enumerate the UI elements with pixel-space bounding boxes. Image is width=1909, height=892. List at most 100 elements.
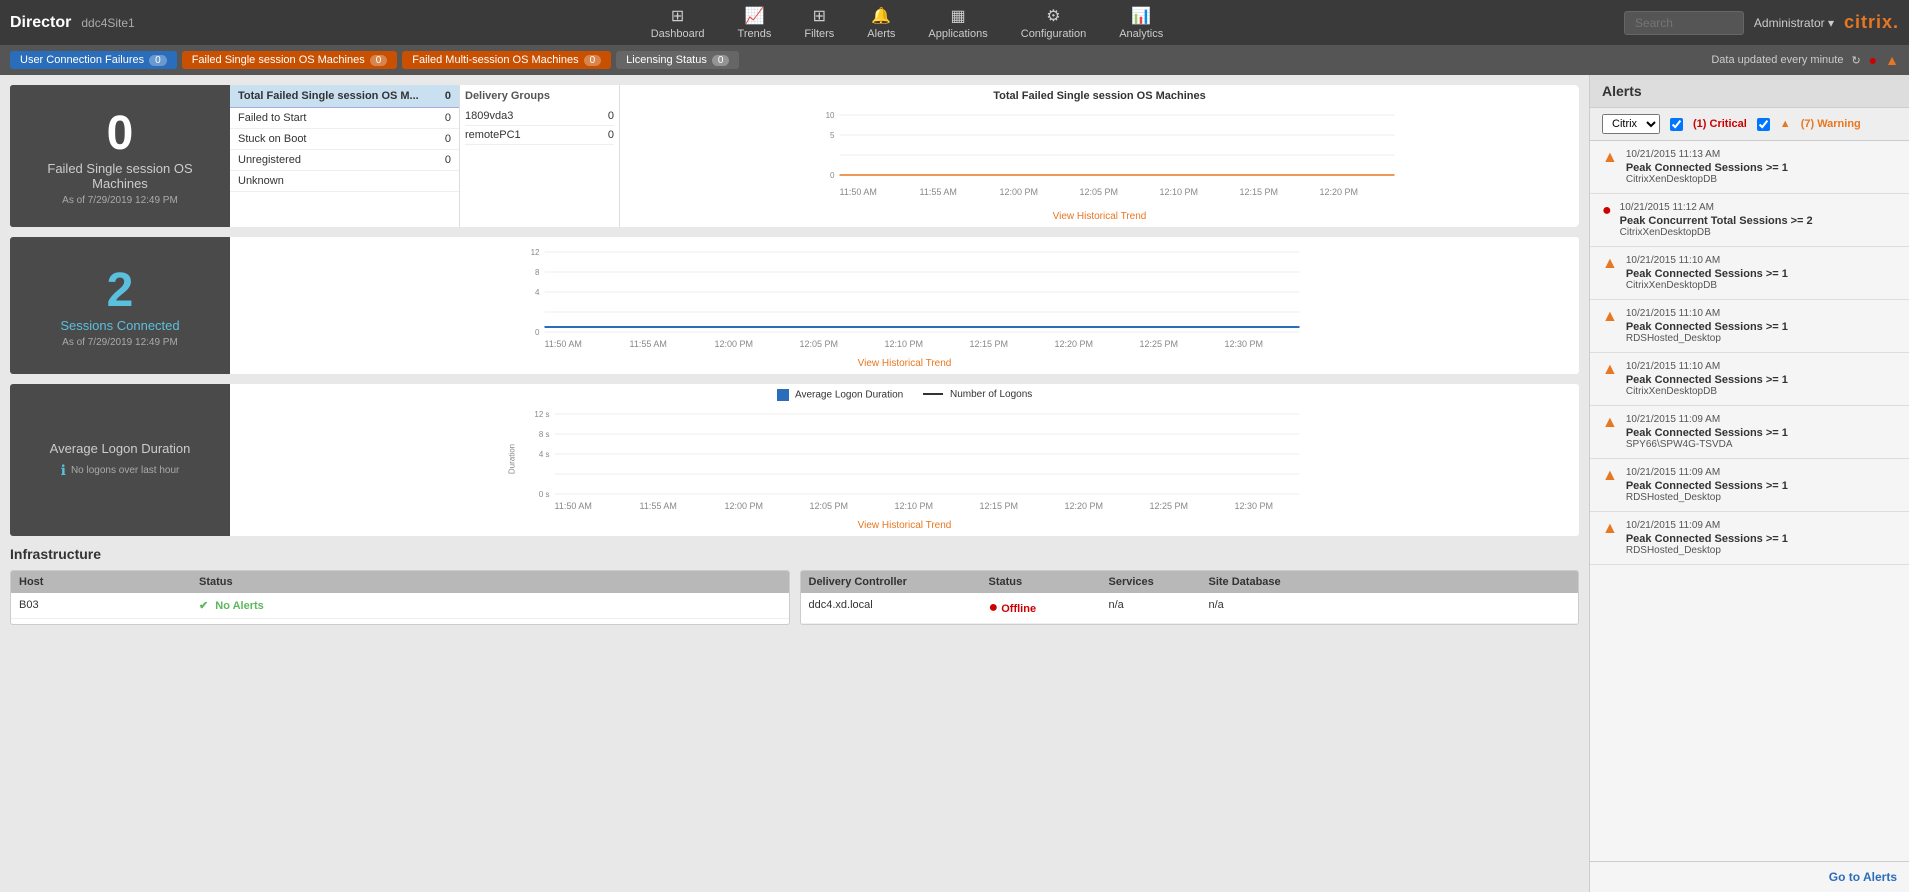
nav-alerts[interactable]: 🔔 Alerts (853, 2, 909, 44)
legend-avg-icon (777, 389, 789, 401)
nav-trends-label: Trends (738, 28, 772, 40)
logon-view-trend-link[interactable]: View Historical Trend (235, 520, 1574, 531)
failed-row-0[interactable]: Failed to Start 0 (230, 108, 459, 129)
dc-sitedb-col-header: Site Database (1209, 576, 1309, 588)
dc-status-col-header: Status (989, 576, 1109, 588)
delivery-groups-area: Delivery Groups 1809vda3 0 remotePC1 0 (460, 85, 620, 227)
nav-applications[interactable]: ▦ Applications (914, 2, 1001, 44)
alerts-filter-select[interactable]: Citrix (1602, 114, 1660, 134)
failed-chart-title: Total Failed Single session OS Machines (625, 90, 1574, 102)
failed-machines-metric: 0 Failed Single session OS Machines As o… (10, 85, 230, 227)
critical-checkbox[interactable] (1670, 118, 1683, 131)
alert-item-2[interactable]: ▲ 10/21/2015 11:10 AM Peak Connected Ses… (1590, 247, 1909, 300)
alert-item-0[interactable]: ▲ 10/21/2015 11:13 AM Peak Connected Ses… (1590, 141, 1909, 194)
sessions-count: 2 (107, 263, 134, 318)
nav-dashboard[interactable]: ⊞ Dashboard (637, 2, 719, 44)
alert-item-7[interactable]: ▲ 10/21/2015 11:09 AM Peak Connected Ses… (1590, 512, 1909, 565)
legend-avg-duration: Average Logon Duration (777, 389, 903, 401)
failed-table-title: Total Failed Single session OS M... (238, 90, 419, 102)
sessions-label: Sessions Connected (60, 318, 179, 333)
nav-items: ⊞ Dashboard 📈 Trends ⊞ Filters 🔔 Alerts … (190, 2, 1624, 44)
legend-num-logons: Number of Logons (923, 389, 1032, 401)
alert-5-content: 10/21/2015 11:09 AM Peak Connected Sessi… (1626, 414, 1897, 450)
alert-6-source: RDSHosted_Desktop (1626, 492, 1897, 503)
svg-text:11:50 AM: 11:50 AM (545, 339, 582, 349)
failed-table-header: Total Failed Single session OS M... 0 (230, 85, 459, 108)
logon-legend: Average Logon Duration Number of Logons (235, 389, 1574, 401)
infrastructure-section: Infrastructure Host Status B03 ✔ No Aler… (10, 546, 1579, 625)
status-bar: User Connection Failures 0 Failed Single… (0, 45, 1909, 75)
nav-right: Administrator ▾ citrix. (1624, 11, 1899, 35)
svg-text:0: 0 (535, 328, 540, 337)
host-table: Host Status B03 ✔ No Alerts (10, 570, 790, 625)
host-col-header: Host (19, 576, 199, 588)
failed-row-0-count: 0 (445, 112, 451, 124)
nav-brand: Director ddc4Site1 (10, 14, 190, 32)
nav-analytics[interactable]: 📊 Analytics (1105, 2, 1177, 44)
alert-item-4[interactable]: ▲ 10/21/2015 11:10 AM Peak Connected Ses… (1590, 353, 1909, 406)
dg-row-0[interactable]: 1809vda3 0 (465, 107, 614, 126)
sessions-chart-svg: 12 8 4 0 11:50 AM 11:55 AM 12:00 PM 12:0… (235, 242, 1574, 352)
svg-text:0 s: 0 s (539, 490, 550, 499)
fms-count: 0 (584, 55, 602, 66)
brand-subtitle: ddc4Site1 (81, 16, 134, 30)
alert-0-source: CitrixXenDesktopDB (1626, 174, 1897, 185)
svg-text:11:50 AM: 11:50 AM (840, 187, 877, 197)
failed-machines-section: 0 Failed Single session OS Machines As o… (10, 85, 1579, 227)
svg-text:12:20 PM: 12:20 PM (1320, 187, 1359, 197)
alerts-header: Alerts (1590, 75, 1909, 108)
alert-1-content: 10/21/2015 11:12 AM Peak Concurrent Tota… (1620, 202, 1897, 238)
nav-configuration-label: Configuration (1021, 28, 1086, 40)
alert-5-source: SPY66\SPW4G-TSVDA (1626, 439, 1897, 450)
licensing-status-badge[interactable]: Licensing Status 0 (616, 51, 739, 69)
svg-text:12:20 PM: 12:20 PM (1055, 339, 1094, 349)
svg-text:12:10 PM: 12:10 PM (895, 501, 934, 511)
svg-text:4: 4 (535, 288, 540, 297)
warning-checkbox[interactable] (1757, 118, 1770, 131)
failed-multi-session-badge[interactable]: Failed Multi-session OS Machines 0 (402, 51, 611, 69)
alert-item-5[interactable]: ▲ 10/21/2015 11:09 AM Peak Connected Ses… (1590, 406, 1909, 459)
svg-text:10: 10 (826, 111, 835, 120)
failed-row-1[interactable]: Stuck on Boot 0 (230, 129, 459, 150)
failed-chart-svg: 10 5 0 11:50 AM 11:55 AM 12:00 PM 12:05 … (625, 105, 1574, 205)
failed-row-2[interactable]: Unregistered 0 (230, 150, 459, 171)
nav-filters-label: Filters (804, 28, 834, 40)
failed-chart-area: Total Failed Single session OS Machines … (620, 85, 1579, 227)
svg-text:11:55 AM: 11:55 AM (640, 501, 677, 511)
user-connection-failures-badge[interactable]: User Connection Failures 0 (10, 51, 177, 69)
svg-text:12:10 PM: 12:10 PM (1160, 187, 1199, 197)
alert-item-6[interactable]: ▲ 10/21/2015 11:09 AM Peak Connected Ses… (1590, 459, 1909, 512)
trends-icon: 📈 (744, 6, 764, 26)
alert-4-source: CitrixXenDesktopDB (1626, 386, 1897, 397)
failed-table-area: Total Failed Single session OS M... 0 Fa… (230, 85, 460, 227)
dg-1-label: remotePC1 (465, 129, 521, 141)
failed-view-trend-link[interactable]: View Historical Trend (625, 211, 1574, 222)
failed-single-session-badge[interactable]: Failed Single session OS Machines 0 (182, 51, 398, 69)
search-input[interactable] (1624, 11, 1744, 35)
nav-trends[interactable]: 📈 Trends (724, 2, 786, 44)
logon-chart: Average Logon Duration Number of Logons (230, 384, 1579, 536)
alert-item-3[interactable]: ▲ 10/21/2015 11:10 AM Peak Connected Ses… (1590, 300, 1909, 353)
brand-title: Director (10, 14, 71, 32)
alerts-icon: 🔔 (871, 6, 891, 26)
alert-item-1[interactable]: ● 10/21/2015 11:12 AM Peak Concurrent To… (1590, 194, 1909, 247)
sessions-chart: 12 8 4 0 11:50 AM 11:55 AM 12:00 PM 12:0… (230, 237, 1579, 374)
admin-label[interactable]: Administrator ▾ (1754, 16, 1834, 30)
alert-1-icon: ● (1602, 202, 1612, 220)
go-to-alerts-link[interactable]: Go to Alerts (1829, 870, 1897, 884)
nav-configuration[interactable]: ⚙ Configuration (1007, 2, 1100, 44)
failed-row-3[interactable]: Unknown (230, 171, 459, 192)
infra-tables: Host Status B03 ✔ No Alerts Delivery Co (10, 570, 1579, 625)
dg-row-1[interactable]: remotePC1 0 (465, 126, 614, 145)
nav-filters[interactable]: ⊞ Filters (790, 2, 848, 44)
sessions-view-trend-link[interactable]: View Historical Trend (235, 358, 1574, 369)
update-text: Data updated every minute (1711, 54, 1843, 66)
alert-3-time: 10/21/2015 11:10 AM (1626, 308, 1897, 319)
alert-4-message: Peak Connected Sessions >= 1 (1626, 374, 1897, 386)
status-col-header: Status (199, 576, 781, 588)
refresh-icon[interactable]: ↻ (1851, 54, 1860, 67)
logon-label: Average Logon Duration (50, 441, 191, 456)
svg-text:12 s: 12 s (534, 410, 549, 419)
dc-table: Delivery Controller Status Services Site… (800, 570, 1580, 625)
svg-text:12:15 PM: 12:15 PM (980, 501, 1019, 511)
